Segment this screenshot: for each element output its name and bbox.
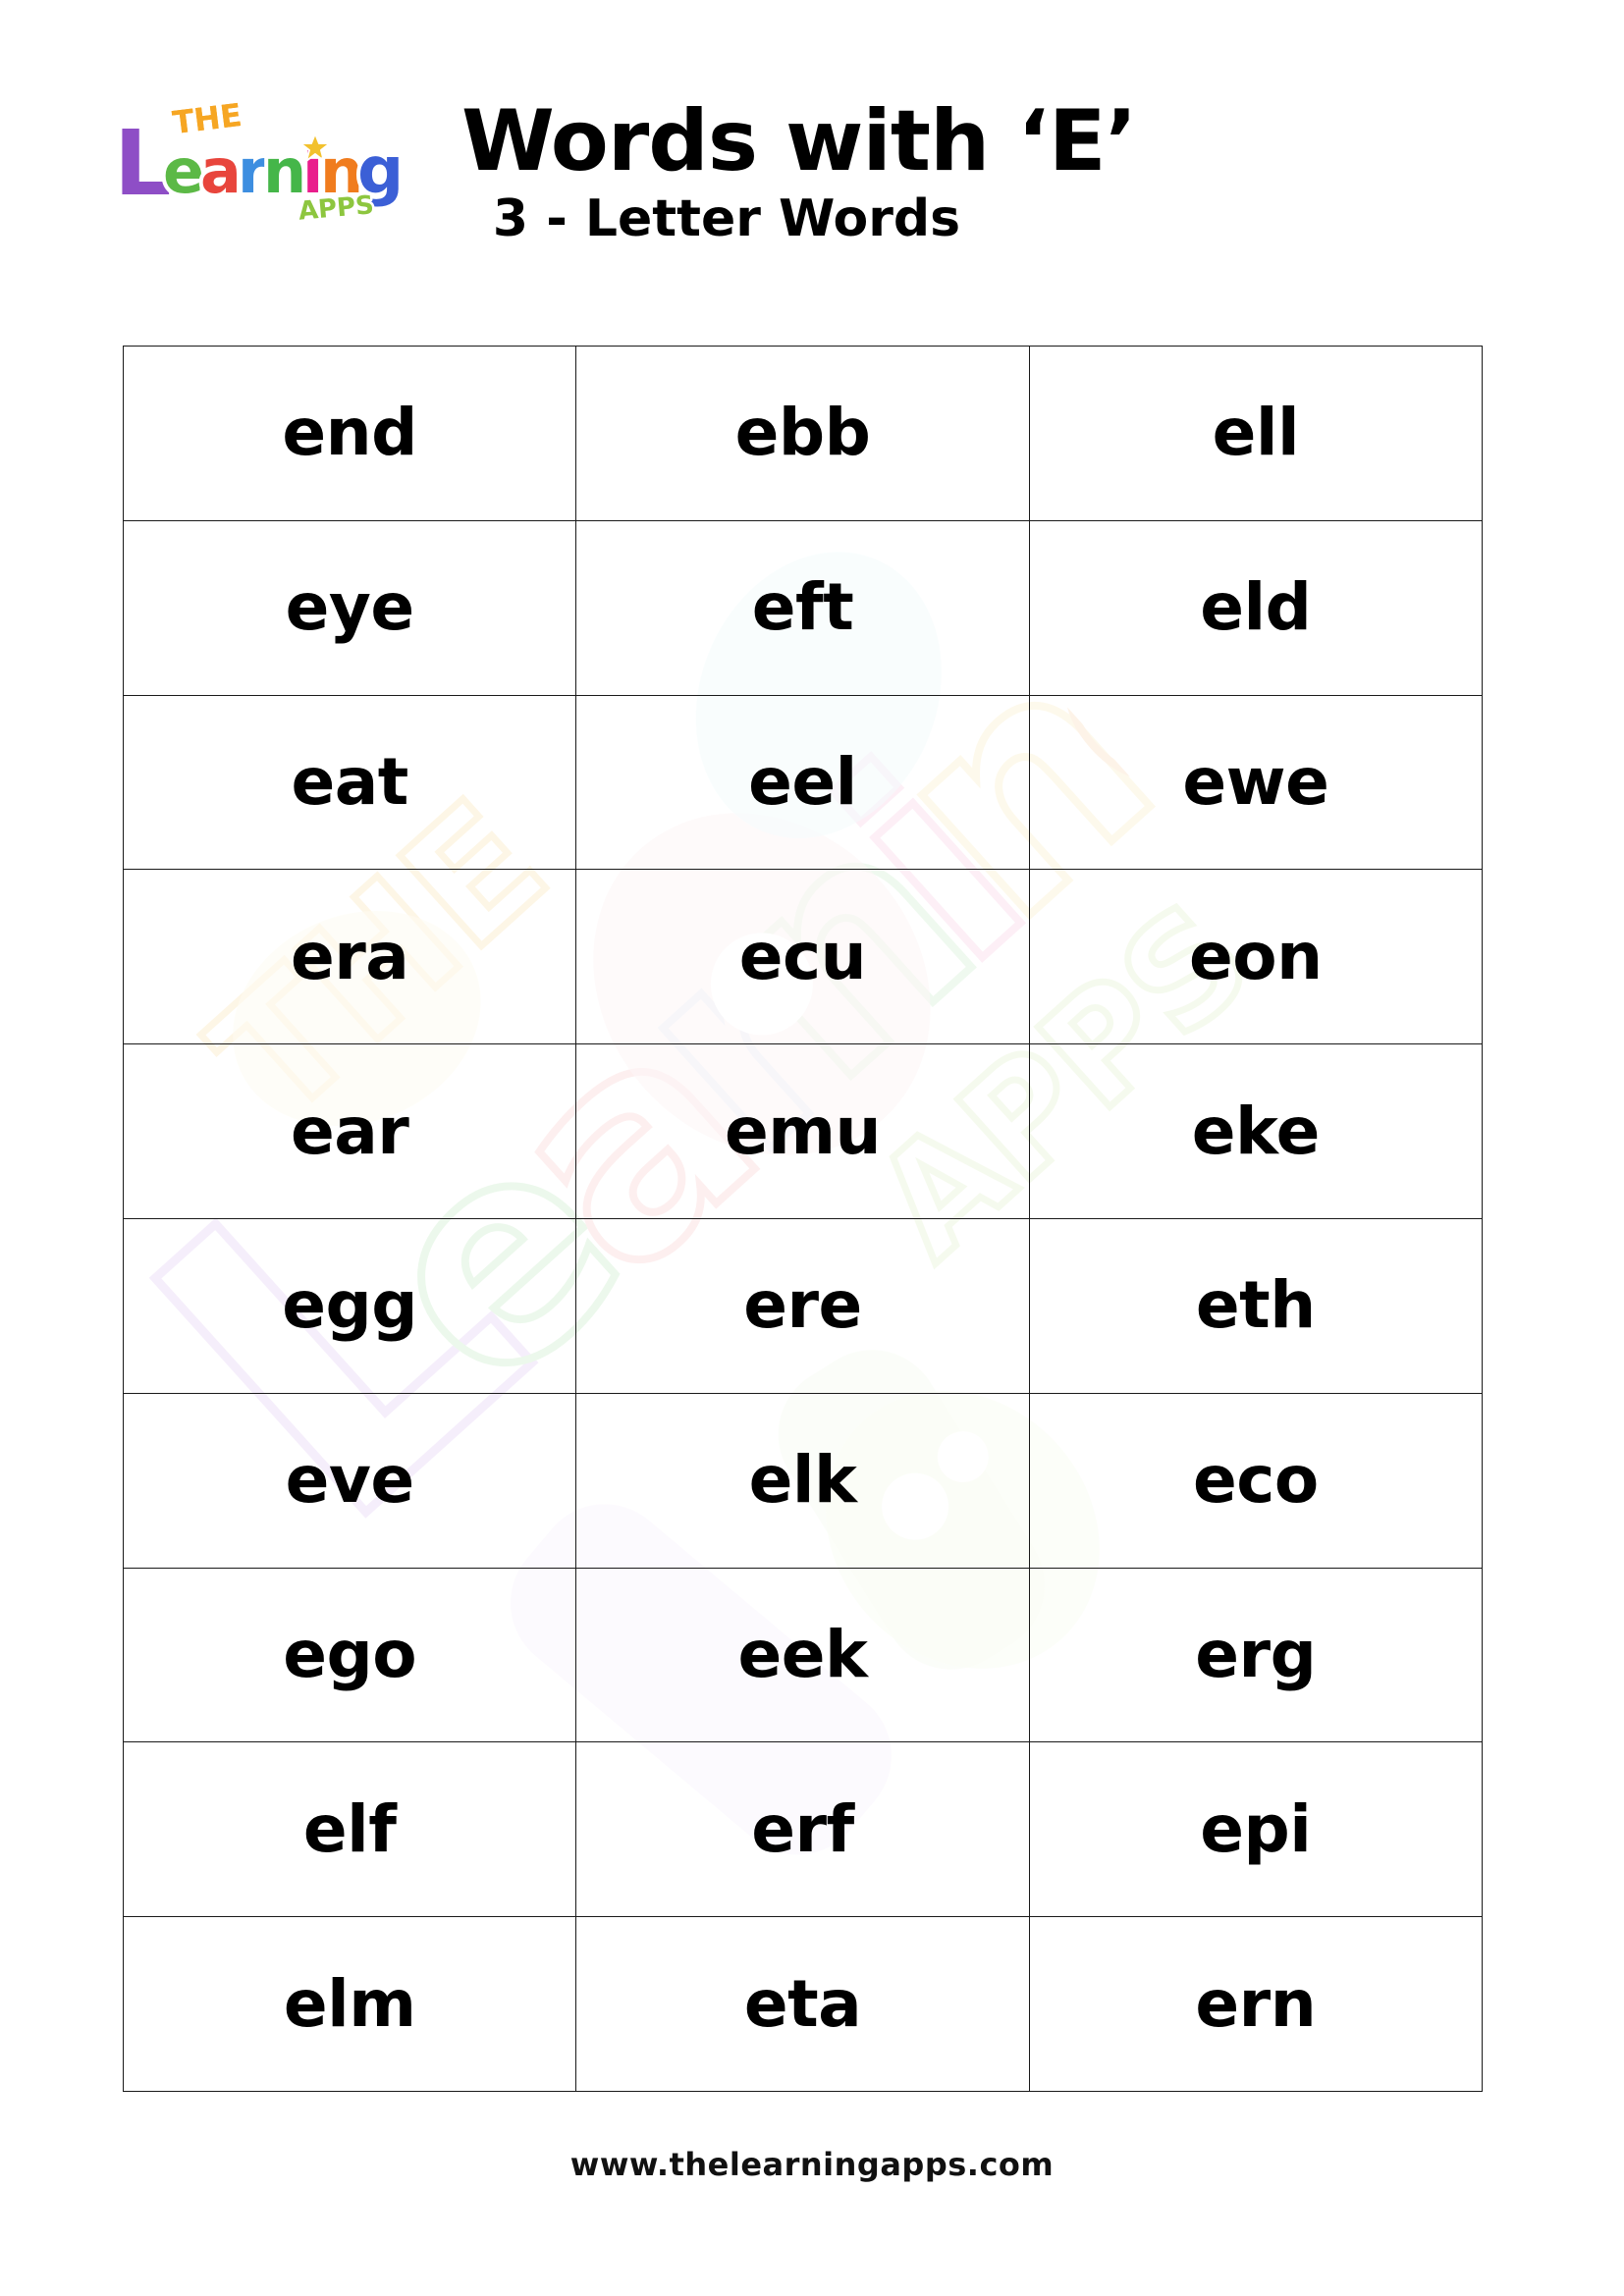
word-text: eat bbox=[291, 743, 408, 820]
word-cell: ell bbox=[1028, 346, 1484, 521]
table-row: ear emu eke bbox=[122, 1043, 1484, 1219]
word-text: eve bbox=[285, 1442, 415, 1519]
table-row: elf erf epi bbox=[122, 1741, 1484, 1918]
words-table-body: end ebb ell eye eft eld eat eel ewe era … bbox=[122, 346, 1484, 2092]
website-url[interactable]: www.thelearningapps.com bbox=[570, 2146, 1054, 2183]
word-cell: ego bbox=[122, 1567, 577, 1743]
word-text: eth bbox=[1195, 1267, 1316, 1344]
word-text: eld bbox=[1200, 569, 1312, 646]
table-row: era ecu eon bbox=[122, 869, 1484, 1045]
word-text: elm bbox=[283, 1965, 416, 2042]
title-block: Words with ‘E’ 3 - Letter Words bbox=[461, 94, 1443, 249]
word-text: elk bbox=[748, 1442, 857, 1519]
word-cell: ern bbox=[1028, 1916, 1484, 2092]
word-cell: epi bbox=[1028, 1741, 1484, 1918]
word-cell: eat bbox=[122, 694, 577, 871]
word-cell: era bbox=[122, 869, 577, 1045]
word-text: elf bbox=[302, 1790, 397, 1867]
word-cell: eve bbox=[122, 1392, 577, 1569]
word-cell: ewe bbox=[1028, 694, 1484, 871]
svg-text:a: a bbox=[200, 135, 242, 207]
svg-text:APPS: APPS bbox=[298, 190, 375, 222]
word-cell: eek bbox=[575, 1567, 1030, 1743]
svg-text:e: e bbox=[163, 135, 204, 207]
worksheet-page: THE L e a r n i n g APPS THE THE L L e e… bbox=[0, 0, 1624, 2296]
word-cell: eco bbox=[1028, 1392, 1484, 1569]
word-text: eel bbox=[748, 743, 857, 820]
word-cell: ecu bbox=[575, 869, 1030, 1045]
word-text: eft bbox=[751, 569, 854, 646]
word-text: ewe bbox=[1182, 743, 1329, 820]
word-cell: ear bbox=[122, 1043, 577, 1219]
word-text: eta bbox=[743, 1965, 862, 2042]
word-text: ecu bbox=[738, 918, 867, 994]
word-text: end bbox=[282, 395, 417, 471]
word-cell: eft bbox=[575, 519, 1030, 696]
word-cell: emu bbox=[575, 1043, 1030, 1219]
page-footer: www.thelearningapps.com bbox=[0, 2146, 1624, 2183]
word-text: epi bbox=[1200, 1790, 1312, 1867]
word-cell: end bbox=[122, 346, 577, 521]
word-text: ere bbox=[743, 1267, 862, 1344]
table-row: egg ere eth bbox=[122, 1217, 1484, 1394]
word-cell: ere bbox=[575, 1217, 1030, 1394]
table-row: end ebb ell bbox=[122, 346, 1484, 521]
word-text: eek bbox=[737, 1616, 868, 1692]
word-cell: eye bbox=[122, 519, 577, 696]
table-row: ego eek erg bbox=[122, 1567, 1484, 1743]
word-text: erf bbox=[751, 1790, 854, 1867]
word-text: ern bbox=[1195, 1965, 1317, 2042]
word-cell: eta bbox=[575, 1916, 1030, 2092]
word-text: egg bbox=[282, 1267, 418, 1344]
word-cell: eld bbox=[1028, 519, 1484, 696]
words-table: end ebb ell eye eft eld eat eel ewe era … bbox=[122, 346, 1484, 2092]
word-cell: eon bbox=[1028, 869, 1484, 1045]
page-subtitle: 3 - Letter Words bbox=[492, 189, 961, 248]
word-text: eke bbox=[1191, 1093, 1321, 1169]
word-cell: elf bbox=[122, 1741, 577, 1918]
word-text: ear bbox=[290, 1093, 409, 1169]
word-text: eon bbox=[1189, 918, 1323, 994]
word-text: ego bbox=[283, 1616, 417, 1692]
word-text: erg bbox=[1195, 1616, 1317, 1692]
word-cell: eth bbox=[1028, 1217, 1484, 1394]
word-cell: erg bbox=[1028, 1567, 1484, 1743]
word-cell: erf bbox=[575, 1741, 1030, 1918]
page-title: Words with ‘E’ bbox=[461, 92, 1137, 190]
page-header: THE THE L L e e a a r r n n i i n n g g … bbox=[0, 94, 1624, 271]
table-row: eye eft eld bbox=[122, 519, 1484, 696]
word-cell: eel bbox=[575, 694, 1030, 871]
word-text: eco bbox=[1192, 1442, 1319, 1519]
word-text: ell bbox=[1212, 395, 1300, 471]
table-row: eat eel ewe bbox=[122, 694, 1484, 871]
word-cell: elk bbox=[575, 1392, 1030, 1569]
word-text: emu bbox=[724, 1093, 882, 1169]
word-cell: elm bbox=[122, 1916, 577, 2092]
word-text: eye bbox=[285, 569, 415, 646]
word-cell: egg bbox=[122, 1217, 577, 1394]
table-row: eve elk eco bbox=[122, 1392, 1484, 1569]
word-text: ebb bbox=[734, 395, 871, 471]
word-cell: eke bbox=[1028, 1043, 1484, 1219]
word-text: era bbox=[290, 918, 409, 994]
word-cell: ebb bbox=[575, 346, 1030, 521]
table-row: elm eta ern bbox=[122, 1916, 1484, 2092]
brand-logo: THE THE L L e e a a r r n n i i n n g g … bbox=[106, 94, 430, 222]
